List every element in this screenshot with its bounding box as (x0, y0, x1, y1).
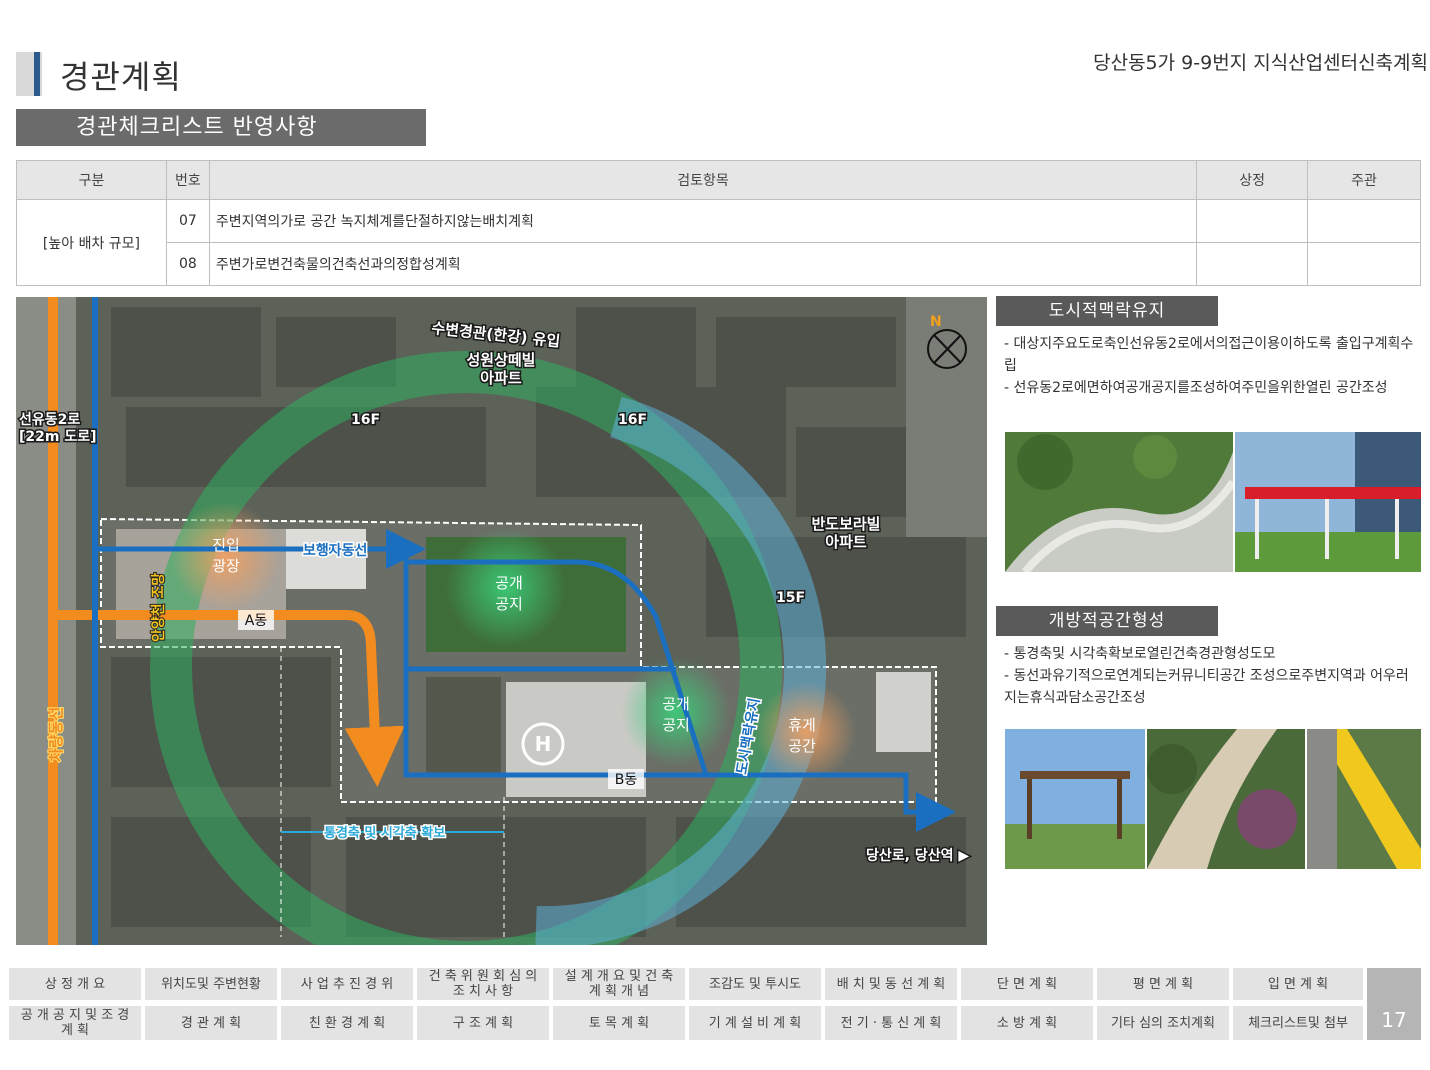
site-plan-map: H N 수변경관(한강) 유입 성원상떼빌 아파트 선유동2로 [22m 도로]… (16, 297, 987, 945)
nav-item[interactable]: 구 조 계 획 (417, 1006, 549, 1040)
document-title: 당산동5가 9-9번지 지식산업센터신축계획 (1093, 52, 1428, 74)
label-west-road-width: [22m 도로] (19, 429, 97, 445)
north-label: N (930, 314, 942, 330)
nav-item[interactable]: 친 환 경 계 획 (281, 1006, 413, 1040)
label-anyang-view: 안양천 조망 (150, 573, 167, 642)
table-header-row: 구분 번호 검토항목 상정 주관 (16, 160, 1421, 200)
table-row: 08 주변가로변건축물의건축선과의정합성계획 (17, 242, 1421, 286)
header-supervisor: 주관 (1307, 160, 1421, 200)
nav-item[interactable]: 기 계 설 비 계 획 (689, 1006, 821, 1040)
table-row: [높아 배차 규모] 07 주변지역의가로 공간 녹지체계를단절하지않는배치계획 (16, 199, 1421, 286)
nav-item[interactable]: 단 면 계 획 (961, 968, 1093, 1000)
label-floor-16b: 16F (618, 412, 647, 428)
label-floor-15: 15F (776, 590, 805, 606)
nav-item[interactable]: 공 개 공 지 및 조 경 계 획 (9, 1006, 141, 1040)
label-apt1-type: 아파트 (480, 369, 522, 387)
proposed-cell (1196, 199, 1309, 243)
nav-item[interactable]: 조감도 및 투시도 (689, 968, 821, 1000)
nav-item[interactable]: 소 방 계 획 (961, 1006, 1093, 1040)
header-number: 번호 (165, 160, 210, 200)
supervisor-cell (1307, 242, 1421, 286)
number-cell: 08 (165, 242, 210, 286)
panel-context-bullets: - 대상지주요도로축인선유동2로에서의접근이용이하도록 출입구계획수립 - 선유… (1004, 333, 1420, 399)
photo-pavilion (1005, 729, 1145, 869)
title-accent-bar (34, 52, 40, 96)
review-item-cell: 주변가로변건축물의건축선과의정합성계획 (208, 242, 1198, 286)
west-road (16, 297, 76, 945)
label-public-space-1a: 공개 (495, 574, 523, 592)
vehicle-route-line (48, 297, 58, 945)
helipad-h: H (535, 732, 552, 756)
nav-item[interactable]: 기타 심의 조치계획 (1097, 1006, 1229, 1040)
label-plaza: 광장 (212, 557, 240, 575)
category-cell: [높아 배차 규모] (16, 199, 167, 286)
nav-item-current[interactable]: 경 관 계 획 (145, 1006, 277, 1040)
nav-item[interactable]: 평 면 계 획 (1097, 968, 1229, 1000)
checklist-table: 구분 번호 검토항목 상정 주관 [높아 배차 규모] 07 주변지역의가로 공… (16, 160, 1421, 286)
panel-open-title: 개방적공간형성 (996, 606, 1218, 636)
context-bullet-1: - 대상지주요도로축인선유동2로에서의접근이용이하도록 출입구계획수립 (1004, 336, 1414, 374)
nav-item[interactable]: 입 면 계 획 (1233, 968, 1363, 1000)
nav-item[interactable]: 전 기 · 통 신 계 획 (825, 1006, 957, 1040)
label-floor-16a: 16F (351, 412, 380, 428)
east-road (906, 297, 987, 537)
photo-plaza-walkway (1005, 432, 1233, 572)
photo-garden-path (1147, 729, 1305, 869)
number-cell: 07 (165, 199, 210, 243)
supervisor-cell (1307, 199, 1421, 243)
label-public-space-2a: 공개 (662, 695, 690, 713)
nav-item[interactable]: 사 업 추 진 경 위 (281, 968, 413, 1000)
page-title: 경관계획 (60, 58, 182, 96)
review-item-cell: 주변지역의가로 공간 녹지체계를단절하지않는배치계획 (208, 199, 1198, 243)
panel-open-bullets: - 통경축및 시각축확보로열린건축경관형성도모 - 동선과유기적으로연계되는커뮤… (1004, 643, 1420, 709)
context-bullet-2: - 선유동2로에면하여공개공지를조성하여주민을위한열린 공간조성 (1004, 380, 1388, 396)
label-apt2-type: 아파트 (825, 533, 867, 551)
nav-item[interactable]: 배 치 및 동 선 계 획 (825, 968, 957, 1000)
nav-item[interactable]: 체크리스트및 첨부 (1233, 1006, 1363, 1040)
label-station: 당산로, 당산역 ▶ (866, 847, 969, 864)
panel-context-title: 도시적맥락유지 (996, 296, 1218, 326)
label-building-b: B동 (615, 772, 638, 788)
label-pedestrian-route: 보행자동선 (303, 543, 367, 559)
page-number: 17 (1367, 968, 1421, 1040)
proposed-cell (1196, 242, 1309, 286)
nav-item[interactable]: 설 계 개 요 및 건 축 계 획 개 념 (553, 968, 685, 1000)
label-west-road: 선유동2로 (19, 412, 80, 428)
label-vehicle-route: 차량동선 (47, 707, 65, 762)
nav-item[interactable]: 상 정 개 요 (9, 968, 141, 1000)
nav-item[interactable]: 건 축 위 원 회 심 의 조 치 사 항 (417, 968, 549, 1000)
label-building-a: A동 (245, 613, 268, 629)
photo-yellow-walkway (1307, 729, 1421, 869)
header-review-item: 검토항목 (208, 160, 1198, 200)
label-view-axis: 통경축 및 시각축 확보 (324, 825, 445, 841)
pedestrian-route-west (92, 297, 98, 945)
nav-item[interactable]: 위치도및 주변현황 (145, 968, 277, 1000)
photo-red-pergola (1235, 432, 1421, 572)
section-banner: 경관체크리스트 반영사항 (16, 109, 426, 146)
header-category: 구분 (16, 160, 167, 200)
nav-item[interactable]: 토 목 계 획 (553, 1006, 685, 1040)
label-rest-b: 공간 (788, 737, 816, 755)
label-public-space-2b: 공지 (662, 716, 690, 734)
label-public-space-1b: 공지 (495, 595, 523, 613)
open-bullet-2: - 동선과유기적으로연계되는커뮤니티공간 조성으로주변지역과 어우러지는휴식과담… (1004, 668, 1409, 706)
label-apt1-name: 성원상떼빌 (466, 351, 535, 369)
open-bullet-1: - 통경축및 시각축확보로열린건축경관형성도모 (1004, 646, 1276, 662)
label-entrance: 진입 (212, 536, 240, 554)
header-proposed: 상정 (1196, 160, 1309, 200)
label-rest-a: 휴게 (788, 716, 816, 734)
label-apt2-name: 반도보라빌 (811, 515, 880, 533)
